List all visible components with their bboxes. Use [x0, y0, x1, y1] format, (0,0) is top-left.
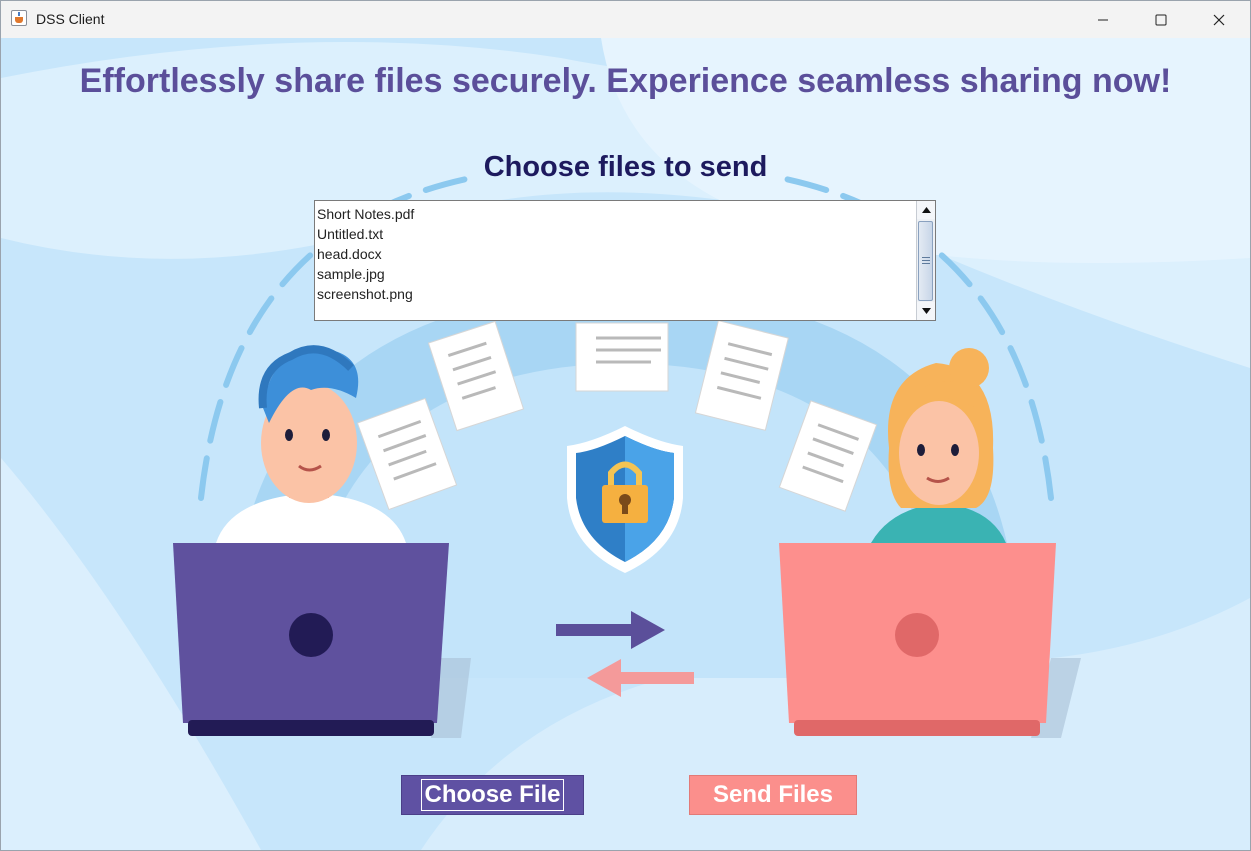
java-app-icon	[11, 10, 27, 26]
file-list-item[interactable]: Short Notes.pdf	[316, 204, 414, 224]
maximize-icon	[1155, 14, 1167, 25]
arrow-down-icon	[921, 308, 931, 314]
scroll-up-button[interactable]	[917, 201, 935, 219]
send-files-button[interactable]: Send Files	[689, 775, 857, 815]
file-list-items: Short Notes.pdf Untitled.txt head.docx samp…	[316, 204, 414, 304]
choose-file-label: Choose File	[421, 779, 564, 811]
file-list[interactable]: Short Notes.pdf Untitled.txt head.docx samp…	[314, 200, 936, 321]
page-headline: Effortlessly share files securely. Exper…	[79, 62, 1172, 100]
choose-file-button[interactable]: Choose File	[401, 775, 584, 815]
minimize-button[interactable]	[1074, 1, 1132, 38]
file-list-item[interactable]: screenshot.png	[316, 284, 414, 304]
laptop-pink-icon	[779, 543, 1056, 736]
file-list-scrollbar[interactable]	[916, 201, 935, 320]
minimize-icon	[1098, 19, 1108, 20]
maximize-button[interactable]	[1132, 1, 1190, 38]
window-title: DSS Client	[36, 11, 105, 27]
close-button[interactable]	[1190, 1, 1248, 38]
scroll-down-button[interactable]	[917, 302, 935, 320]
file-list-item[interactable]: Untitled.txt	[316, 224, 414, 244]
title-bar[interactable]: DSS Client	[1, 1, 1250, 38]
close-icon	[1213, 14, 1225, 25]
app-window: DSS Client Effortlessly share files secu…	[0, 0, 1251, 851]
file-list-item[interactable]: sample.jpg	[316, 264, 414, 284]
document-icon	[575, 322, 669, 392]
laptop-purple-icon	[173, 543, 449, 736]
scroll-thumb[interactable]	[918, 221, 933, 301]
choose-files-heading: Choose files to send	[483, 151, 768, 183]
file-list-item[interactable]: head.docx	[316, 244, 414, 264]
main-panel: Effortlessly share files securely. Exper…	[1, 38, 1250, 850]
arrow-up-icon	[921, 207, 931, 213]
send-files-label: Send Files	[712, 781, 834, 808]
